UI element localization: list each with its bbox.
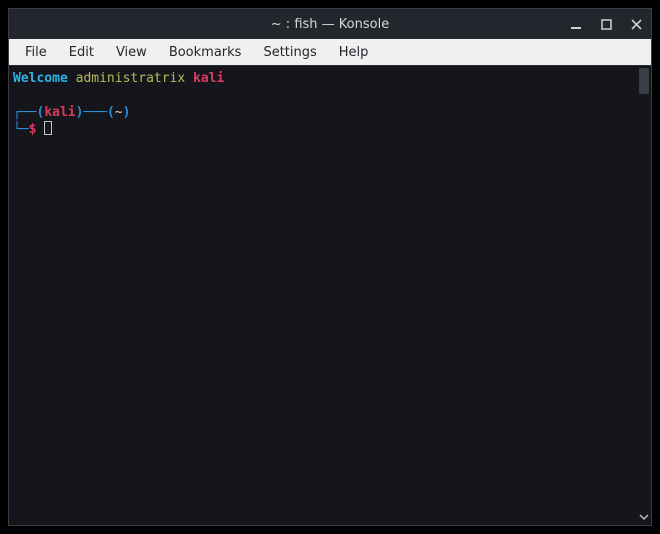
- menu-settings[interactable]: Settings: [253, 42, 326, 63]
- prompt-box-mid: ───: [83, 105, 106, 120]
- close-icon: [631, 19, 642, 30]
- chevron-down-icon: [639, 512, 649, 522]
- prompt-host: kali: [44, 105, 75, 120]
- maximize-icon: [601, 19, 612, 30]
- terminal[interactable]: Welcome administratrix kali ┌── ( kali) ───…: [9, 66, 637, 525]
- window-controls: [567, 9, 645, 39]
- menubar: File Edit View Bookmarks Settings Help: [9, 39, 651, 65]
- prompt-box-top-left: ┌──: [13, 105, 36, 120]
- scroll-down-button[interactable]: [637, 509, 651, 525]
- menu-bookmarks[interactable]: Bookmarks: [159, 42, 252, 63]
- titlebar[interactable]: ~ : fish — Konsole: [9, 9, 651, 39]
- welcome-word1: Welcome: [13, 71, 68, 86]
- welcome-word2: administratrix: [76, 71, 186, 86]
- scrollbar[interactable]: [637, 66, 651, 525]
- close-button[interactable]: [627, 15, 645, 33]
- prompt-cwd-close: ): [123, 105, 131, 120]
- prompt-cwd-open: (: [107, 105, 115, 120]
- welcome-word3: kali: [193, 71, 224, 86]
- menu-edit[interactable]: Edit: [59, 42, 104, 63]
- prompt-symbol: $: [29, 122, 37, 137]
- konsole-window: ~ : fish — Konsole File Edit View Bookma…: [8, 8, 652, 526]
- menu-file[interactable]: File: [15, 42, 57, 63]
- maximize-button[interactable]: [597, 15, 615, 33]
- minimize-button[interactable]: [567, 15, 585, 33]
- menu-help[interactable]: Help: [329, 42, 379, 63]
- terminal-area: Welcome administratrix kali ┌── ( kali) ───…: [9, 65, 651, 525]
- window-title: ~ : fish — Konsole: [9, 17, 651, 32]
- prompt-box-corner: └─: [13, 122, 29, 137]
- prompt-cwd: ~: [115, 105, 123, 120]
- menu-view[interactable]: View: [106, 42, 157, 63]
- scroll-thumb[interactable]: [639, 68, 649, 94]
- cursor: [44, 121, 52, 135]
- minimize-icon: [570, 18, 582, 30]
